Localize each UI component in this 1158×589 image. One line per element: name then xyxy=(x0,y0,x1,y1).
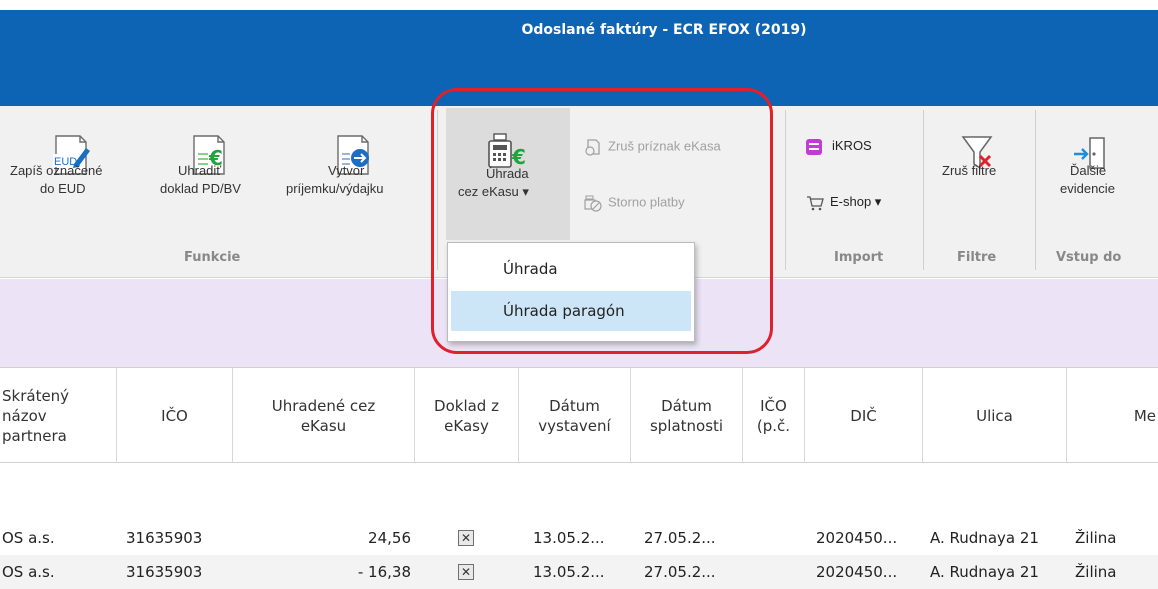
col-header-dic[interactable]: DIČ xyxy=(805,368,923,464)
title-bar: Odoslané faktúry - ECR EFOX (2019) xyxy=(0,10,1158,106)
ikros-label: iKROS xyxy=(832,138,872,153)
uhrada-ekasa-button[interactable]: € Úhrada cez eKasu ▾ xyxy=(446,108,570,240)
col-header-ulica[interactable]: Ulica xyxy=(923,368,1067,464)
table-filter-row[interactable] xyxy=(0,463,1158,505)
zrus-priznak-label: Zruš príznak eKasa xyxy=(608,138,721,154)
cell-splatnosti: 27.05.2... xyxy=(644,529,716,547)
uhradit-label-2: doklad PD/BV xyxy=(160,181,241,196)
table-row[interactable]: OS a.s. 31635903 24,56 ✕ 13.05.2... 27.0… xyxy=(0,521,1158,555)
cell-partner: OS a.s. xyxy=(2,529,55,547)
cell-ico: 31635903 xyxy=(126,529,203,547)
col-header-splatnosti[interactable]: Dátum splatnosti xyxy=(631,368,743,464)
col-header-vystaveni[interactable]: Dátum vystavení xyxy=(519,368,631,464)
dalsie-label-2: evidencie xyxy=(1060,181,1115,196)
uhrada-dropdown-menu: Úhrada Úhrada paragón xyxy=(447,242,695,342)
dalsie-label-1: Ďalšie xyxy=(1070,163,1107,178)
group-label-vstup: Vstup do xyxy=(1056,250,1122,265)
doklad-checkbox[interactable]: ✕ xyxy=(458,530,474,546)
vytvor-label-1: Vytvor xyxy=(328,163,365,178)
col-header-icopc[interactable]: IČO (p.č. xyxy=(743,368,805,464)
cell-vystaveni: 13.05.2... xyxy=(533,529,605,547)
storno-label: Storno platby xyxy=(608,194,685,210)
cell-vystaveni: 13.05.2... xyxy=(533,563,605,581)
separator xyxy=(785,110,786,270)
zapis-eud-button[interactable]: EUD Zapíš označené do EUD xyxy=(0,106,150,246)
uhradit-doklad-button[interactable]: € Uhradiť doklad PD/BV xyxy=(150,106,278,246)
cell-ulica: A. Rudnaya 21 xyxy=(930,563,1039,581)
group-label-import: Import xyxy=(834,250,884,265)
vytvor-label-2: príjemku/výdajku xyxy=(286,181,384,196)
cell-amount: - 16,38 xyxy=(357,563,411,581)
table-header: Skrátený názov partnera IČO Uhradené cez… xyxy=(0,367,1158,464)
cell-amount: 24,56 xyxy=(368,529,411,547)
table-row[interactable]: OS a.s. 31635903 - 16,38 ✕ 13.05.2... 27… xyxy=(0,555,1158,589)
cell-mesto: Žilina xyxy=(1075,529,1117,547)
cell-partner: OS a.s. xyxy=(2,563,55,581)
dalsie-evidencie-button[interactable]: Ďalšie evidencie xyxy=(1036,106,1158,246)
ikros-button[interactable]: iKROS xyxy=(806,138,872,155)
top-strip xyxy=(0,0,1158,10)
uhrada-label-2: cez eKasu ▾ xyxy=(458,184,529,199)
eshop-label: E-shop ▾ xyxy=(830,194,882,209)
group-label-filtre: Filtre xyxy=(957,250,997,265)
zrus-priznak-ekasa-button[interactable]: Zruš príznak eKasa xyxy=(584,138,721,156)
cell-dic: 2020450... xyxy=(816,529,898,547)
document-icon xyxy=(584,138,602,156)
uhradit-label-1: Uhradiť xyxy=(178,163,222,178)
storno-register-icon xyxy=(584,194,602,212)
vytvor-prijemku-button[interactable]: Vytvor príjemku/výdajku xyxy=(280,106,430,246)
zapis-eud-label-2: do EUD xyxy=(40,181,86,196)
zapis-eud-label-1: Zapíš označené xyxy=(10,163,103,178)
cell-mesto: Žilina xyxy=(1075,563,1117,581)
window-title: Odoslané faktúry - ECR EFOX (2019) xyxy=(521,22,807,38)
col-header-mesto[interactable]: Me xyxy=(1067,368,1158,464)
doklad-checkbox[interactable]: ✕ xyxy=(458,564,474,580)
cart-icon xyxy=(806,195,824,211)
cell-ico: 31635903 xyxy=(126,563,203,581)
zrus-filtre-button[interactable]: Zruš filtre xyxy=(924,106,1034,246)
cell-ulica: A. Rudnaya 21 xyxy=(930,529,1039,547)
group-label-funkcie: Funkcie xyxy=(184,250,241,265)
col-header-skrateny[interactable]: Skrátený názov partnera xyxy=(0,368,117,464)
col-header-uhradene[interactable]: Uhradené cez eKasu xyxy=(233,368,415,464)
storno-platby-button[interactable]: Storno platby xyxy=(584,194,685,212)
menu-item-uhrada[interactable]: Úhrada xyxy=(451,249,691,289)
col-header-doklad[interactable]: Doklad z eKasy xyxy=(415,368,519,464)
uhrada-label-1: Úhrada xyxy=(486,166,529,181)
cell-dic: 2020450... xyxy=(816,563,898,581)
ikros-icon xyxy=(806,138,822,155)
zrus-filtre-label: Zruš filtre xyxy=(942,163,997,178)
cell-splatnosti: 27.05.2... xyxy=(644,563,716,581)
col-header-ico[interactable]: IČO xyxy=(117,368,233,464)
separator xyxy=(437,110,438,270)
eshop-button[interactable]: E-shop ▾ xyxy=(806,194,881,211)
menu-item-uhrada-paragon[interactable]: Úhrada paragón xyxy=(451,291,691,331)
